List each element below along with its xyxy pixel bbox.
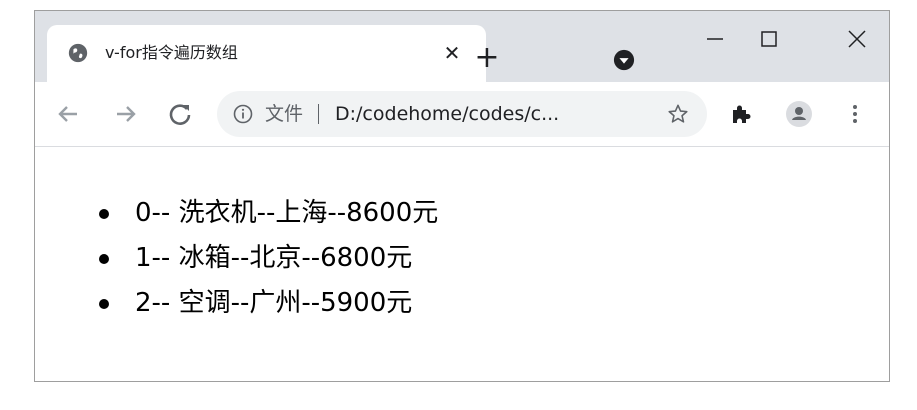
close-window-button[interactable] <box>837 19 877 59</box>
browser-window: v-for指令遍历数组 ✕ + 文件 D:/codehome/codes/c..… <box>34 10 890 382</box>
bullet-icon <box>99 299 109 309</box>
star-icon[interactable] <box>667 103 689 125</box>
tab-close-button[interactable]: ✕ <box>439 40 465 66</box>
security-label: 文件 <box>265 103 304 125</box>
info-icon[interactable] <box>233 104 253 124</box>
address-bar[interactable]: 文件 D:/codehome/codes/c... <box>217 91 707 137</box>
kebab-menu-icon[interactable] <box>845 102 865 126</box>
bullet-icon <box>99 209 109 219</box>
tab-title: v-for指令遍历数组 <box>105 43 238 62</box>
list-item: 0-- 洗衣机--上海--8600元 <box>99 191 438 236</box>
back-button[interactable] <box>53 99 83 129</box>
puzzle-icon[interactable] <box>729 102 753 126</box>
forward-button[interactable] <box>111 99 141 129</box>
list-item-text: 1-- 冰箱--北京--6800元 <box>135 243 413 273</box>
list-item: 1-- 冰箱--北京--6800元 <box>99 236 438 281</box>
bullet-icon <box>99 254 109 264</box>
minimize-button[interactable] <box>695 19 735 59</box>
item-list: 0-- 洗衣机--上海--8600元 1-- 冰箱--北京--6800元 2--… <box>99 191 438 326</box>
list-item-text: 0-- 洗衣机--上海--8600元 <box>135 198 439 228</box>
list-item: 2-- 空调--广州--5900元 <box>99 281 438 326</box>
maximize-button[interactable] <box>749 19 789 59</box>
tab-search-button[interactable] <box>613 49 635 71</box>
page-content: 0-- 洗衣机--上海--8600元 1-- 冰箱--北京--6800元 2--… <box>35 147 889 381</box>
list-item-text: 2-- 空调--广州--5900元 <box>135 288 413 318</box>
active-tab[interactable]: v-for指令遍历数组 ✕ <box>47 25 486 82</box>
globe-icon <box>68 43 88 63</box>
title-bar: v-for指令遍历数组 ✕ + <box>35 11 889 82</box>
reload-button[interactable] <box>165 99 195 129</box>
browser-toolbar: 文件 D:/codehome/codes/c... <box>35 82 889 147</box>
omnibox-divider <box>318 104 319 124</box>
url-text[interactable]: D:/codehome/codes/c... <box>335 91 559 137</box>
new-tab-button[interactable]: + <box>467 38 507 78</box>
account-icon[interactable] <box>785 100 813 128</box>
